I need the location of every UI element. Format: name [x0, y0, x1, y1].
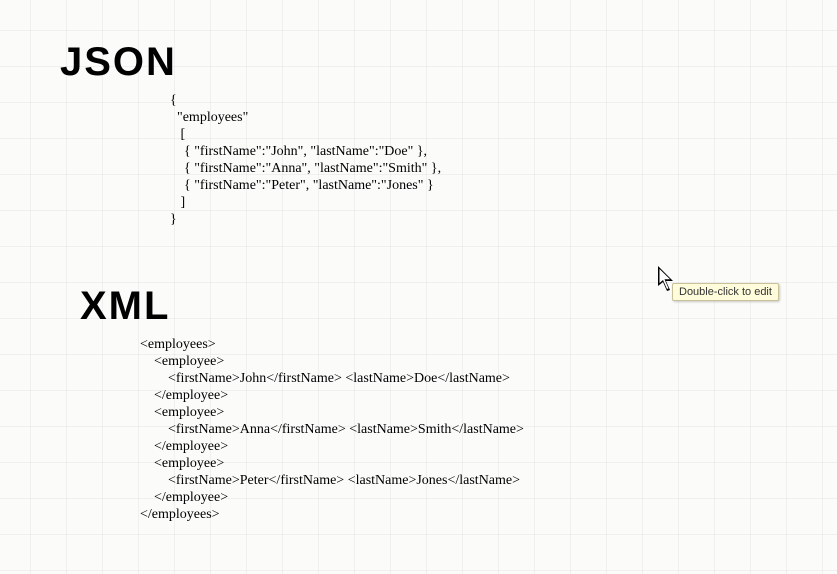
- canvas: JSON { "employees" [ { "firstName":"John…: [0, 0, 837, 574]
- heading-json: JSON: [60, 40, 177, 85]
- json-code-block: { "employees" [ { "firstName":"John", "l…: [170, 92, 441, 228]
- edit-tooltip: Double-click to edit: [672, 283, 779, 301]
- xml-code-block: <employees> <employee> <firstName>John</…: [140, 336, 524, 523]
- heading-xml: XML: [80, 284, 170, 329]
